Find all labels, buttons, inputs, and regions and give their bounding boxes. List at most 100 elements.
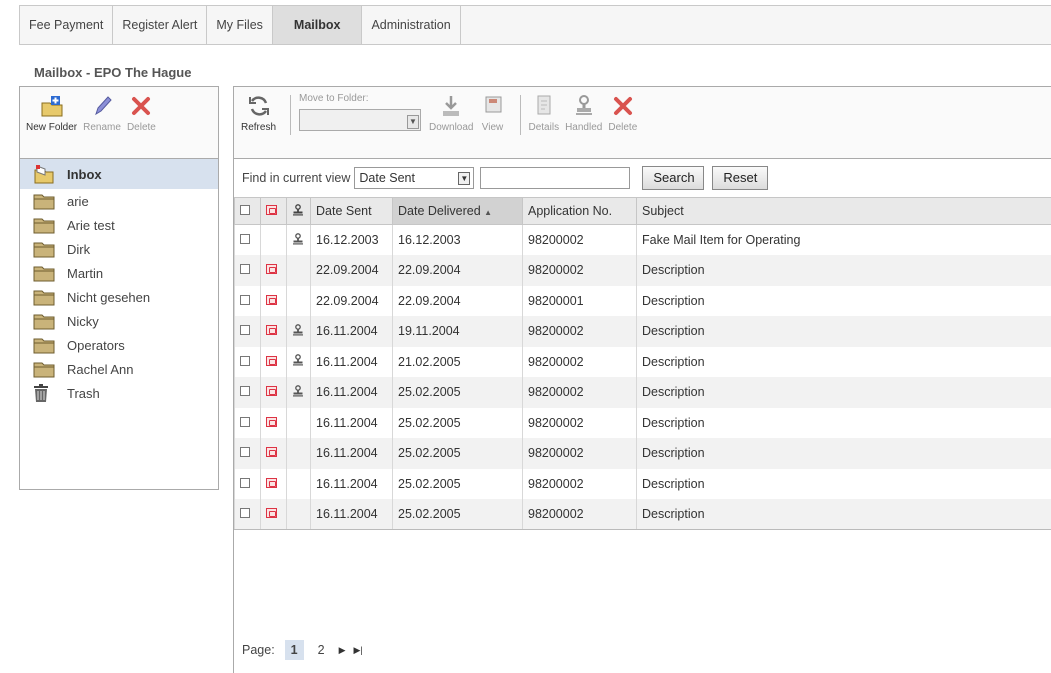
mail-panel: Refresh Move to Folder: ▼ Download View xyxy=(233,86,1051,673)
date-sent-cell: 16.11.2004 xyxy=(310,316,393,347)
registered-column-header[interactable] xyxy=(260,197,287,225)
page-1-link[interactable]: 1 xyxy=(284,640,304,660)
find-field-select[interactable]: Date Sent ▼ xyxy=(354,167,475,189)
table-row[interactable]: 16.11.2004 25.02.2005 98200002 Description xyxy=(234,499,1051,530)
registered-mail-icon xyxy=(266,508,277,518)
date-sent-cell: 16.11.2004 xyxy=(310,346,393,377)
refresh-button[interactable]: Refresh xyxy=(241,93,276,133)
registered-cell xyxy=(260,346,287,377)
folder-icon xyxy=(33,192,55,210)
folder-toolbar: New Folder Rename Delete xyxy=(20,87,218,159)
folder-item-trash[interactable]: Trash xyxy=(20,381,218,405)
tab-my-files[interactable]: My Files xyxy=(207,6,273,44)
registered-cell xyxy=(260,255,287,286)
registered-mail-icon xyxy=(266,447,277,458)
row-checkbox[interactable] xyxy=(240,234,250,244)
row-select-cell[interactable] xyxy=(234,346,261,377)
delete-folder-button[interactable]: Delete xyxy=(127,93,156,133)
row-checkbox[interactable] xyxy=(240,355,250,366)
handled-column-header[interactable] xyxy=(286,197,311,225)
tab-register-alert[interactable]: Register Alert xyxy=(113,6,208,44)
tab-mailbox[interactable]: Mailbox xyxy=(272,6,363,44)
row-select-cell[interactable] xyxy=(234,255,261,286)
search-input[interactable] xyxy=(480,167,631,189)
view-label: View xyxy=(481,122,504,133)
registered-mail-icon xyxy=(266,325,277,336)
download-button[interactable]: Download xyxy=(429,93,474,133)
tab-fee-payment[interactable]: Fee Payment xyxy=(20,6,114,44)
date-sent-cell: 16.11.2004 xyxy=(310,468,393,499)
view-button[interactable]: View xyxy=(480,93,506,133)
folder-item-operators[interactable]: Operators xyxy=(20,333,218,357)
details-button[interactable]: Details xyxy=(529,93,559,133)
folder-item-rachel-ann[interactable]: Rachel Ann xyxy=(20,357,218,381)
row-checkbox[interactable] xyxy=(240,264,250,275)
move-to-folder-select[interactable]: ▼ xyxy=(299,109,422,131)
row-checkbox[interactable] xyxy=(240,416,250,427)
toolbar-separator xyxy=(290,95,292,135)
folder-item-arie[interactable]: arie xyxy=(20,189,218,213)
last-page-icon[interactable]: ▶| xyxy=(354,645,363,656)
rename-folder-button[interactable]: Rename xyxy=(83,93,121,133)
delete-mail-button[interactable]: Delete xyxy=(608,93,637,133)
stamp-icon xyxy=(293,232,303,244)
column-date-sent[interactable]: Date Sent xyxy=(310,197,393,225)
date-sent-cell: 16.11.2004 xyxy=(310,499,393,530)
page-2-link[interactable]: 2 xyxy=(312,640,331,660)
folder-item-dirk[interactable]: Dirk xyxy=(20,237,218,261)
row-select-cell[interactable] xyxy=(234,285,261,316)
row-checkbox[interactable] xyxy=(240,447,250,458)
registered-cell xyxy=(260,224,287,255)
select-all-header[interactable] xyxy=(234,197,261,225)
column-date-delivered[interactable]: Date Delivered ▲ xyxy=(392,197,523,225)
application-no-cell: 98200002 xyxy=(522,407,637,438)
table-row[interactable]: 16.11.2004 21.02.2005 98200002 Description xyxy=(234,346,1051,377)
row-select-cell[interactable] xyxy=(234,499,261,530)
folder-item-inbox[interactable]: Inbox xyxy=(20,159,218,189)
date-sent-cell: 22.09.2004 xyxy=(310,285,393,316)
row-select-cell[interactable] xyxy=(234,407,261,438)
select-all-checkbox[interactable] xyxy=(240,205,250,215)
table-row[interactable]: 22.09.2004 22.09.2004 98200001 Description xyxy=(234,285,1051,316)
search-button[interactable]: Search xyxy=(642,166,705,190)
view-document-icon xyxy=(480,93,506,119)
column-subject[interactable]: Subject xyxy=(636,197,1051,225)
row-select-cell[interactable] xyxy=(234,224,261,255)
folder-item-martin[interactable]: Martin xyxy=(20,261,218,285)
table-row[interactable]: 16.11.2004 25.02.2005 98200002 Description xyxy=(234,438,1051,469)
row-checkbox[interactable] xyxy=(240,386,250,397)
row-checkbox[interactable] xyxy=(240,325,250,336)
table-row[interactable]: 22.09.2004 22.09.2004 98200002 Description xyxy=(234,255,1051,286)
registered-cell xyxy=(260,438,287,469)
row-select-cell[interactable] xyxy=(234,377,261,408)
next-page-icon[interactable]: ▶ xyxy=(339,645,346,656)
table-row[interactable]: 16.12.2003 16.12.2003 98200002 Fake Mail It… xyxy=(234,224,1051,255)
rename-label: Rename xyxy=(83,122,121,133)
folder-panel: New Folder Rename Delete Inbox arie Arie… xyxy=(19,86,219,490)
row-select-cell[interactable] xyxy=(234,316,261,347)
row-checkbox[interactable] xyxy=(240,477,250,488)
column-date-delivered-label: Date Delivered xyxy=(398,204,481,218)
row-checkbox[interactable] xyxy=(240,508,250,518)
application-no-cell: 98200002 xyxy=(522,499,637,530)
new-folder-button[interactable]: New Folder xyxy=(26,93,77,133)
date-sent-cell: 16.11.2004 xyxy=(310,438,393,469)
row-select-cell[interactable] xyxy=(234,438,261,469)
reset-button[interactable]: Reset xyxy=(712,166,769,190)
folder-item-nicht-gesehen[interactable]: Nicht gesehen xyxy=(20,285,218,309)
column-application-no[interactable]: Application No. xyxy=(522,197,637,225)
row-select-cell[interactable] xyxy=(234,468,261,499)
row-checkbox[interactable] xyxy=(240,294,250,305)
table-row[interactable]: 16.11.2004 25.02.2005 98200002 Description xyxy=(234,468,1051,499)
handled-button[interactable]: Handled xyxy=(565,93,602,133)
folder-item-nicky[interactable]: Nicky xyxy=(20,309,218,333)
table-row[interactable]: 16.11.2004 25.02.2005 98200002 Description xyxy=(234,407,1051,438)
table-row[interactable]: 16.11.2004 19.11.2004 98200002 Description xyxy=(234,316,1051,347)
delete-x-icon xyxy=(128,93,154,119)
handled-cell xyxy=(286,468,311,499)
mail-rows: 16.12.2003 16.12.2003 98200002 Fake Mail It… xyxy=(234,224,1051,530)
table-row[interactable]: 16.11.2004 25.02.2005 98200002 Description xyxy=(234,377,1051,408)
tab-administration[interactable]: Administration xyxy=(362,6,461,44)
handled-cell xyxy=(286,346,311,377)
folder-item-arie-test[interactable]: Arie test xyxy=(20,213,218,237)
